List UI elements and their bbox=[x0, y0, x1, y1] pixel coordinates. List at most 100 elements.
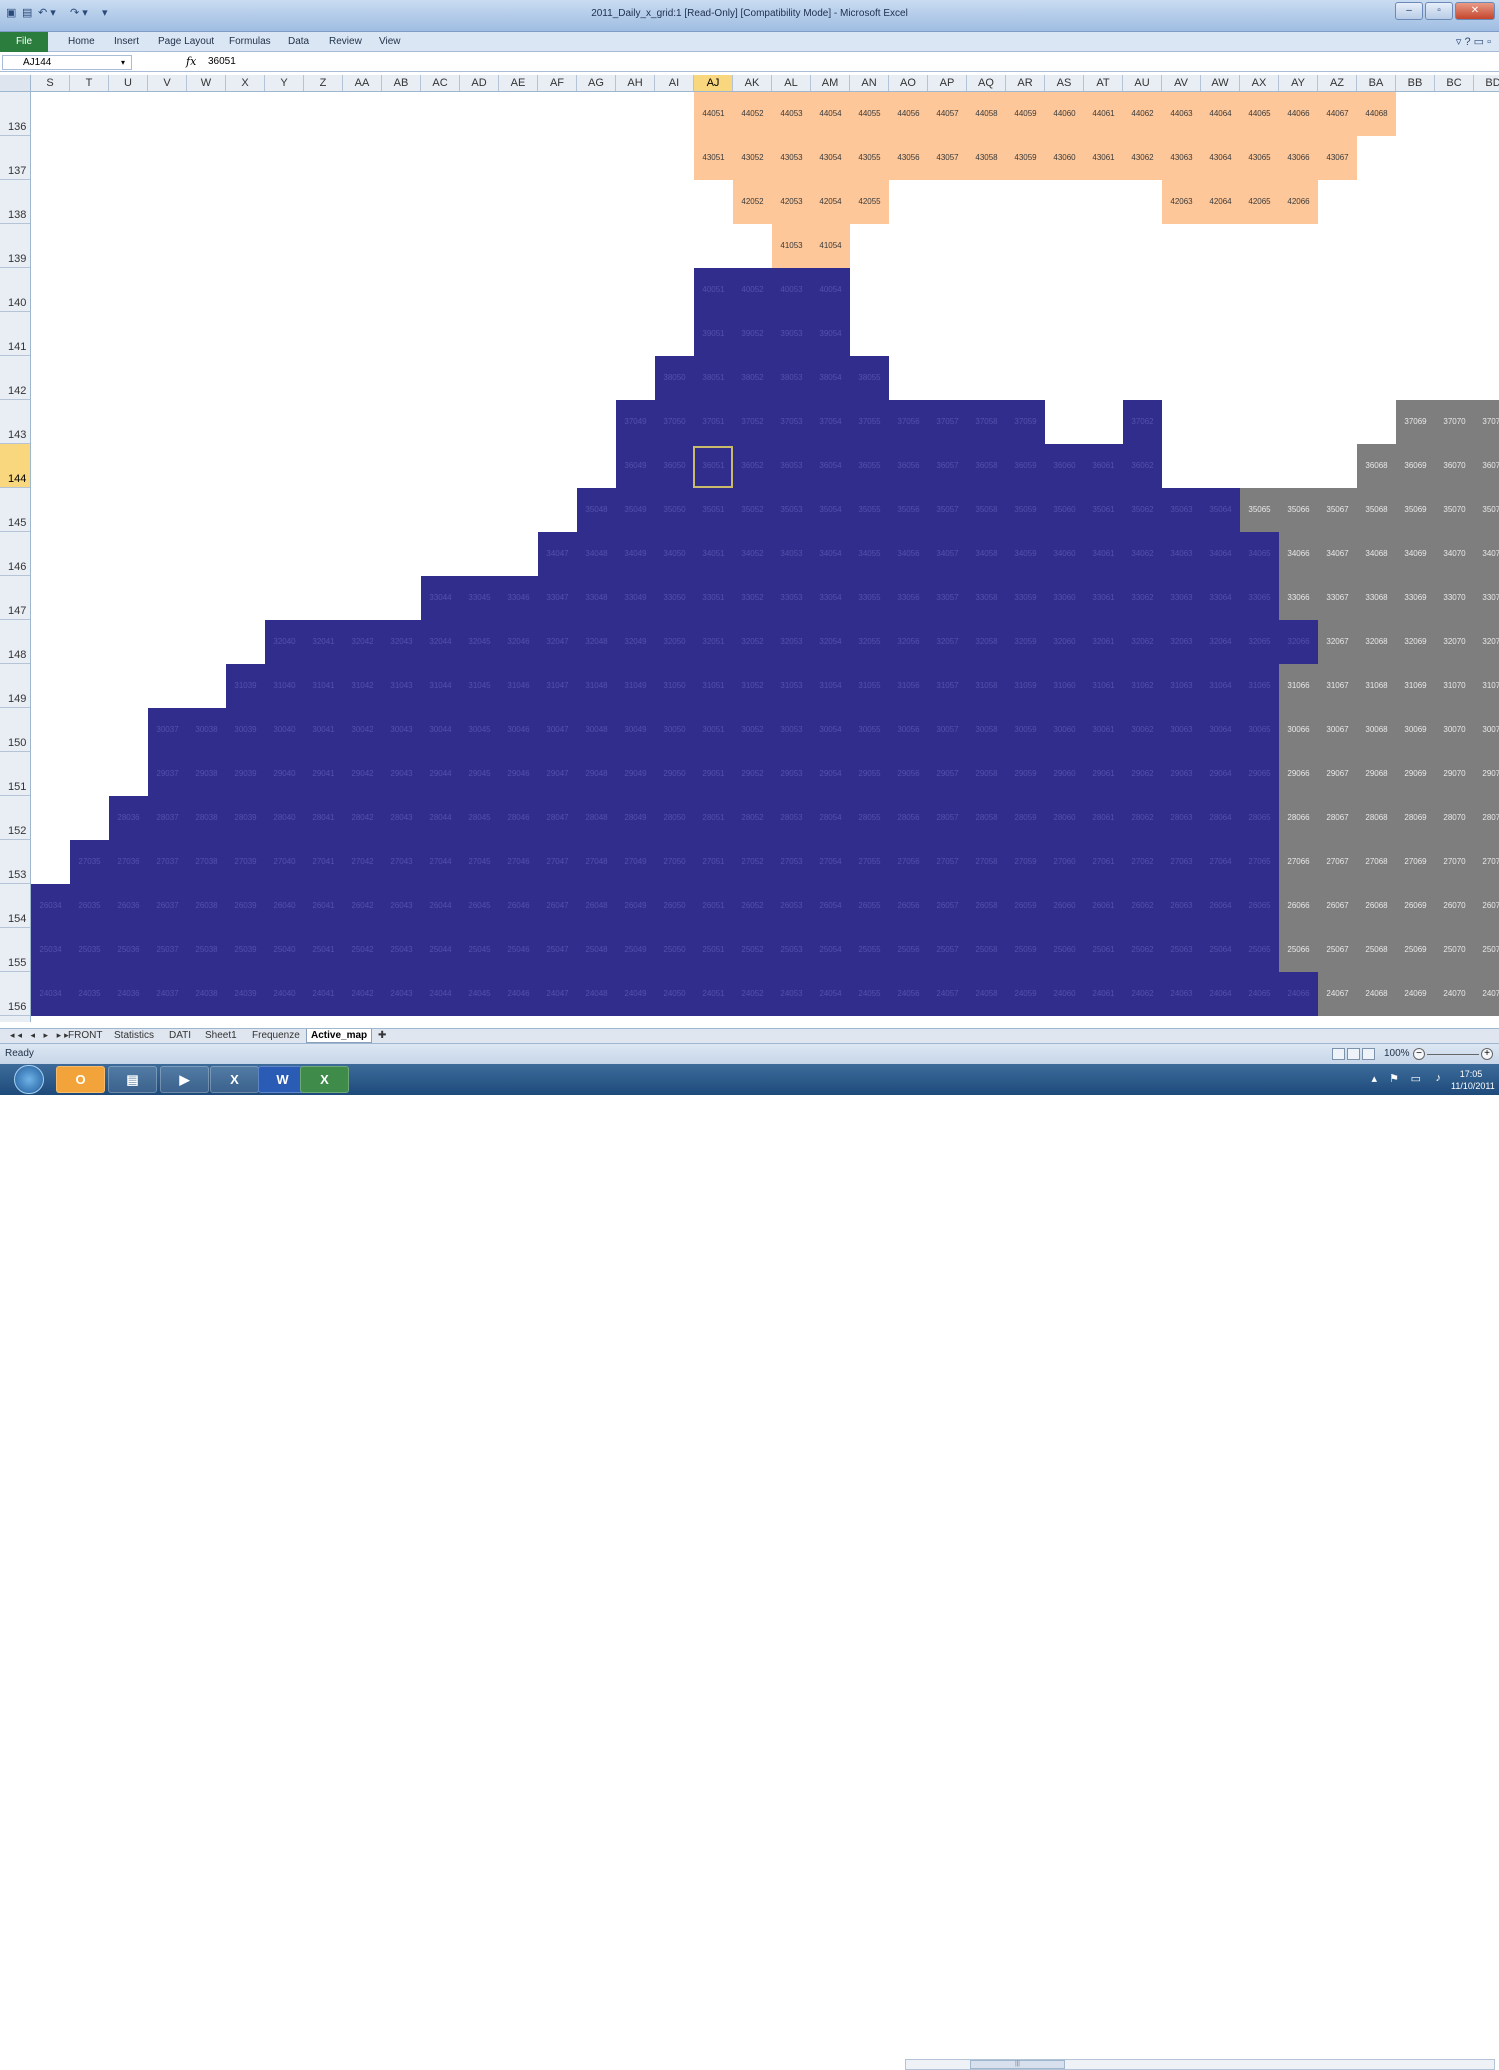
grid-cell[interactable]: 43053 bbox=[772, 136, 811, 180]
grid-cell[interactable]: 28047 bbox=[538, 796, 577, 840]
grid-cell[interactable]: 25047 bbox=[538, 928, 577, 972]
grid-cell[interactable]: 30066 bbox=[1279, 708, 1318, 752]
grid-cell[interactable]: 29059 bbox=[1006, 752, 1045, 796]
grid-cell[interactable]: 24041 bbox=[304, 972, 343, 1016]
grid-cell[interactable]: 42055 bbox=[850, 180, 889, 224]
grid-cell[interactable]: 27037 bbox=[148, 840, 187, 884]
row-header[interactable]: 148 bbox=[0, 620, 30, 664]
grid-cell[interactable]: 36060 bbox=[1045, 444, 1084, 488]
grid-cell[interactable]: 25048 bbox=[577, 928, 616, 972]
grid-cell[interactable]: 37050 bbox=[655, 400, 694, 444]
grid-cell[interactable]: 36055 bbox=[850, 444, 889, 488]
grid-cell[interactable]: 44057 bbox=[928, 92, 967, 136]
grid-cell[interactable]: 44054 bbox=[811, 92, 850, 136]
grid-cell[interactable]: 25049 bbox=[616, 928, 655, 972]
grid-cell[interactable]: 44068 bbox=[1357, 92, 1396, 136]
grid-cell[interactable]: 30048 bbox=[577, 708, 616, 752]
grid-cell[interactable]: 34068 bbox=[1357, 532, 1396, 576]
grid-cell[interactable]: 28063 bbox=[1162, 796, 1201, 840]
grid-cell[interactable]: 27036 bbox=[109, 840, 148, 884]
grid-cell[interactable]: 33049 bbox=[616, 576, 655, 620]
grid-cell[interactable]: 30039 bbox=[226, 708, 265, 752]
grid-cell[interactable]: 26053 bbox=[772, 884, 811, 928]
grid-cell[interactable]: 25058 bbox=[967, 928, 1006, 972]
grid-cell[interactable]: 31068 bbox=[1357, 664, 1396, 708]
grid-cell[interactable]: 43063 bbox=[1162, 136, 1201, 180]
grid-cell[interactable]: 28037 bbox=[148, 796, 187, 840]
column-header[interactable]: AD bbox=[460, 75, 499, 91]
grid-cell[interactable]: 27049 bbox=[616, 840, 655, 884]
column-header[interactable]: Z bbox=[304, 75, 343, 91]
grid-cell[interactable]: 36052 bbox=[733, 444, 772, 488]
grid-cell[interactable]: 26049 bbox=[616, 884, 655, 928]
excel-active-taskbar-button[interactable]: X bbox=[300, 1066, 349, 1093]
grid-cell[interactable]: 34066 bbox=[1279, 532, 1318, 576]
grid-cell[interactable]: 26066 bbox=[1279, 884, 1318, 928]
tab-home[interactable]: Home bbox=[68, 36, 95, 47]
start-button[interactable] bbox=[14, 1065, 44, 1094]
column-header[interactable]: BA bbox=[1357, 75, 1396, 91]
row-header[interactable]: 153 bbox=[0, 840, 30, 884]
tab-sheet1[interactable]: Sheet1 bbox=[201, 1029, 241, 1043]
grid-cell[interactable]: 26038 bbox=[187, 884, 226, 928]
grid-cell[interactable]: 31050 bbox=[655, 664, 694, 708]
grid-cell[interactable]: 30046 bbox=[499, 708, 538, 752]
grid-cell[interactable]: 42053 bbox=[772, 180, 811, 224]
grid-cell[interactable]: 43052 bbox=[733, 136, 772, 180]
grid-cell[interactable]: 29053 bbox=[772, 752, 811, 796]
grid-cell[interactable]: 31061 bbox=[1084, 664, 1123, 708]
grid-cell[interactable]: 27068 bbox=[1357, 840, 1396, 884]
grid-cell[interactable]: 44066 bbox=[1279, 92, 1318, 136]
row-header[interactable]: 146 bbox=[0, 532, 30, 576]
grid-cell[interactable]: 31049 bbox=[616, 664, 655, 708]
grid-cell[interactable]: 30049 bbox=[616, 708, 655, 752]
zoom-level[interactable]: 100% bbox=[1384, 1048, 1410, 1059]
grid-cell[interactable]: 29062 bbox=[1123, 752, 1162, 796]
column-header[interactable]: AC bbox=[421, 75, 460, 91]
grid-cell[interactable]: 26044 bbox=[421, 884, 460, 928]
grid-cell[interactable]: 29044 bbox=[421, 752, 460, 796]
grid-cell[interactable]: 35064 bbox=[1201, 488, 1240, 532]
grid-cell[interactable]: 44053 bbox=[772, 92, 811, 136]
column-header[interactable]: AT bbox=[1084, 75, 1123, 91]
tab-front[interactable]: FRONT bbox=[64, 1029, 106, 1043]
insert-function-icon[interactable]: fx bbox=[186, 55, 196, 68]
grid-cell[interactable]: 43066 bbox=[1279, 136, 1318, 180]
grid-cell[interactable]: 37070 bbox=[1435, 400, 1474, 444]
grid-cell[interactable]: 24068 bbox=[1357, 972, 1396, 1016]
grid-cell[interactable]: 29057 bbox=[928, 752, 967, 796]
grid-cell[interactable]: 36071 bbox=[1474, 444, 1499, 488]
grid-cell[interactable]: 26052 bbox=[733, 884, 772, 928]
grid-cell[interactable]: 28038 bbox=[187, 796, 226, 840]
row-header[interactable]: 152 bbox=[0, 796, 30, 840]
grid-cell[interactable]: 26058 bbox=[967, 884, 1006, 928]
grid-cell[interactable]: 27057 bbox=[928, 840, 967, 884]
grid-cell[interactable]: 36070 bbox=[1435, 444, 1474, 488]
scrollbar-thumb[interactable]: ||| bbox=[970, 2060, 1065, 2069]
grid-cell[interactable]: 31063 bbox=[1162, 664, 1201, 708]
grid-cell[interactable]: 30050 bbox=[655, 708, 694, 752]
grid-cell[interactable]: 29063 bbox=[1162, 752, 1201, 796]
grid-cell[interactable]: 31051 bbox=[694, 664, 733, 708]
grid-cell[interactable]: 26039 bbox=[226, 884, 265, 928]
column-header[interactable]: X bbox=[226, 75, 265, 91]
grid-cell[interactable]: 44051 bbox=[694, 92, 733, 136]
grid-cell[interactable]: 28060 bbox=[1045, 796, 1084, 840]
grid-cell[interactable]: 30069 bbox=[1396, 708, 1435, 752]
grid-cell[interactable]: 26046 bbox=[499, 884, 538, 928]
column-header[interactable]: V bbox=[148, 75, 187, 91]
tab-frequenze[interactable]: Frequenze bbox=[248, 1029, 304, 1043]
grid-cell[interactable]: 30061 bbox=[1084, 708, 1123, 752]
grid-cell[interactable]: 32056 bbox=[889, 620, 928, 664]
grid-cell[interactable]: 30070 bbox=[1435, 708, 1474, 752]
tab-page-layout[interactable]: Page Layout bbox=[158, 36, 214, 47]
grid-cell[interactable]: 31045 bbox=[460, 664, 499, 708]
grid-cell[interactable]: 24056 bbox=[889, 972, 928, 1016]
grid-cell[interactable]: 33063 bbox=[1162, 576, 1201, 620]
grid-cell[interactable]: 28065 bbox=[1240, 796, 1279, 840]
grid-cell[interactable]: 27039 bbox=[226, 840, 265, 884]
grid-cell[interactable]: 30054 bbox=[811, 708, 850, 752]
grid-cell[interactable]: 24055 bbox=[850, 972, 889, 1016]
grid-cell[interactable]: 31041 bbox=[304, 664, 343, 708]
grid-cell[interactable]: 27060 bbox=[1045, 840, 1084, 884]
